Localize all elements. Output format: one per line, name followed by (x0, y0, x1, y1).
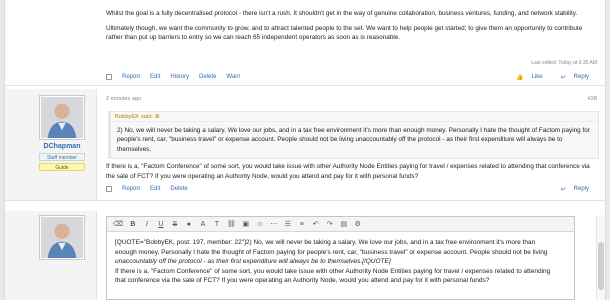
username[interactable]: DChapman (39, 143, 85, 150)
like-icon[interactable]: 👍 (516, 74, 523, 81)
editor-content[interactable]: [QUOTE="BobbyEK, post: 197, member: 22"]… (107, 232, 574, 292)
staff-member-badge: Staff member (39, 153, 85, 161)
quote-arrow-icon[interactable]: ⊕ (155, 114, 160, 120)
gear-icon[interactable]: ⚙ (354, 220, 362, 228)
quote-block: BobbyEK said: ⊕ 2) No, we will never be … (108, 111, 599, 159)
image-icon[interactable]: ▣ (242, 220, 250, 228)
undo-icon[interactable]: ↶ (312, 220, 320, 228)
history-link[interactable]: History (170, 74, 189, 80)
more-icon[interactable]: ⋯ (270, 220, 278, 228)
post-paragraph: Ultimately though, we want the community… (106, 24, 583, 42)
reply-link[interactable]: Reply (574, 186, 589, 193)
post-actions: Report Edit Delete ↩ Reply (106, 183, 599, 195)
post-right-actions: 👍 Like ↩ Reply (516, 74, 599, 81)
post-number[interactable]: #28 (588, 96, 597, 102)
eraser-icon[interactable]: ⌫ (113, 220, 123, 228)
avatar[interactable] (39, 95, 85, 140)
forum-post-dchapman: DChapman Staff member Guide 2 minutes ag… (5, 89, 607, 201)
link-icon[interactable]: ⛓ (227, 220, 236, 228)
strike-button[interactable]: S (171, 221, 179, 228)
editor-line: enough money. Personally I hate the thou… (115, 248, 548, 256)
edit-link[interactable]: Edit (150, 74, 160, 80)
quote-author-text: BobbyEK said: (115, 114, 154, 120)
editor-line: unaccountably off the protocol - as thei… (115, 258, 391, 266)
post-time: 2 minutes ago (106, 96, 142, 102)
reply-icon[interactable]: ↩ (561, 74, 566, 81)
forum-page: Whilst the goal is a fully decentralised… (4, 0, 607, 300)
reply-icon[interactable]: ↩ (561, 186, 566, 193)
report-link[interactable]: Report (122, 74, 140, 80)
select-checkbox[interactable] (106, 74, 112, 80)
redo-icon[interactable]: ↷ (326, 220, 334, 228)
last-edited: Last edited: Today at 9:30 AM (531, 60, 597, 66)
forum-post-previous: Whilst the goal is a fully decentralised… (5, 0, 607, 86)
post-paragraph: Whilst the goal is a fully decentralised… (106, 10, 578, 17)
quote-author: BobbyEK said: ⊕ (111, 112, 598, 122)
avatar-image (41, 217, 83, 258)
list-icon[interactable]: ☰ (284, 220, 292, 228)
editor-line: that conference via the sale of FCT? If … (115, 277, 490, 285)
avatar[interactable] (39, 215, 85, 260)
post-meta: 2 minutes ago #28 (106, 96, 597, 102)
reply-editor[interactable]: ⌫ B I U S ● A T ⛓ ▣ ☺ ⋯ ☰ ≡ ↶ ↷ ▤ ⚙ [QUO… (106, 216, 575, 300)
select-checkbox[interactable] (106, 186, 112, 192)
scrollbar-thumb[interactable] (598, 242, 604, 290)
post-actions: Report Edit History Delete Warn 👍 Like ↩… (106, 71, 599, 83)
like-link[interactable]: Like (532, 74, 543, 81)
edit-link[interactable]: Edit (150, 186, 160, 192)
post-body: Whilst the goal is a fully decentralised… (106, 9, 597, 43)
drop-icon[interactable]: ● (185, 221, 193, 228)
reply-link[interactable]: Reply (574, 74, 589, 81)
text-size-button[interactable]: T (213, 221, 221, 228)
smile-icon[interactable]: ☺ (256, 221, 264, 228)
underline-button[interactable]: U (157, 221, 165, 228)
editor-line: [QUOTE="BobbyEK, post: 197, member: 22"]… (115, 239, 536, 246)
avatar-image (41, 97, 83, 138)
align-icon[interactable]: ≡ (298, 221, 306, 228)
italic-button[interactable]: I (143, 221, 151, 228)
delete-link[interactable]: Delete (199, 74, 216, 80)
bold-button[interactable]: B (129, 221, 137, 228)
editor-toolbar: ⌫ B I U S ● A T ⛓ ▣ ☺ ⋯ ☰ ≡ ↶ ↷ ▤ ⚙ (107, 217, 574, 232)
delete-link[interactable]: Delete (170, 186, 187, 192)
warn-link[interactable]: Warn (226, 74, 240, 80)
font-color-button[interactable]: A (199, 221, 207, 228)
guide-badge: Guide (39, 163, 85, 171)
report-link[interactable]: Report (122, 186, 140, 192)
post-right-actions: ↩ Reply (561, 186, 599, 193)
editor-line: If there is a, "Factom Conference" of so… (115, 267, 551, 275)
editor-scrollbar[interactable] (596, 216, 605, 300)
post-body: If there is a, "Factom Conference" of so… (106, 163, 590, 180)
quote-text: 2) No, we will never be taking a salary.… (117, 127, 590, 153)
save-icon[interactable]: ▤ (340, 220, 348, 228)
